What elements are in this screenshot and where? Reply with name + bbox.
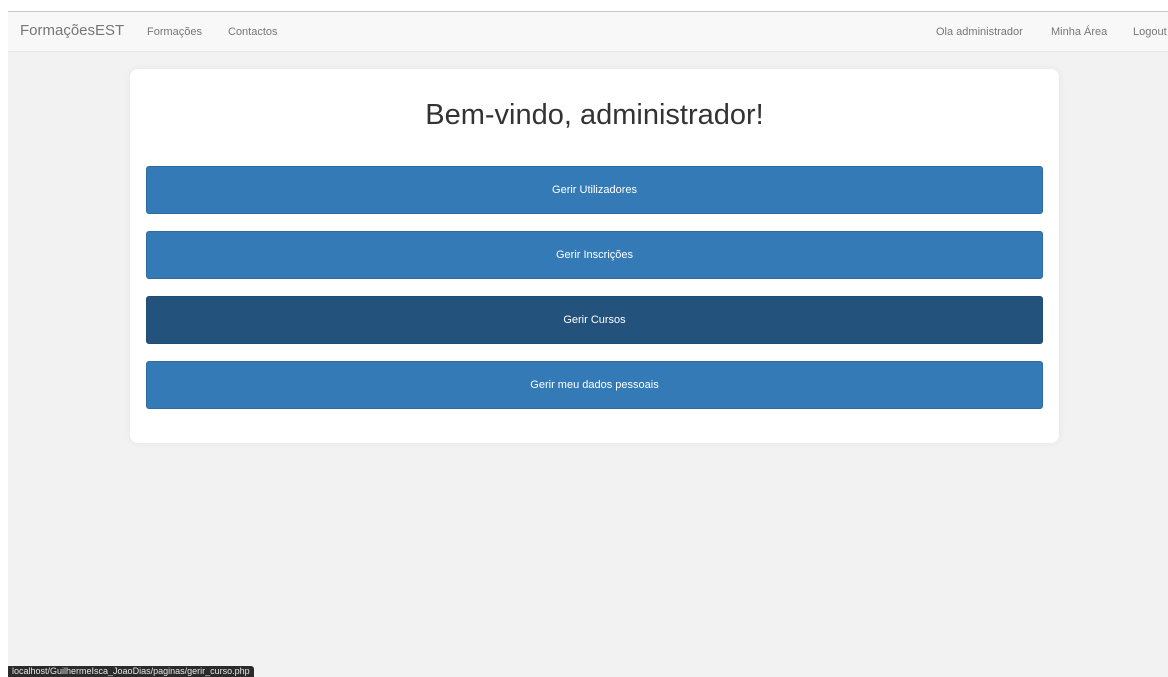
manage-enrollments-button[interactable]: Gerir Inscrições xyxy=(146,231,1043,279)
nav-link-my-area[interactable]: Minha Área xyxy=(1051,26,1107,38)
window-edge-top xyxy=(8,0,1168,11)
nav-greeting-user[interactable]: Ola administrador xyxy=(936,26,1023,38)
manage-personal-data-button-label: Gerir meu dados pessoais xyxy=(530,379,659,391)
nav-link-contactos[interactable]: Contactos xyxy=(228,26,278,38)
manage-enrollments-button-label: Gerir Inscrições xyxy=(555,249,634,261)
brand-link[interactable]: FormaçõesEST xyxy=(20,22,124,39)
manage-personal-data-button[interactable]: Gerir meu dados pessoais xyxy=(146,361,1043,409)
manage-courses-button[interactable]: Gerir Cursos xyxy=(146,296,1043,344)
manage-users-button[interactable]: Gerir Utilizadores xyxy=(146,166,1043,214)
nav-link-formacoes[interactable]: Formações xyxy=(147,26,202,38)
admin-dashboard-card: Bem-vindo, administrador! Gerir Utilizad… xyxy=(130,69,1059,443)
nav-link-logout[interactable]: Logout xyxy=(1133,26,1167,38)
manage-users-button-label: Gerir Utilizadores xyxy=(552,184,637,196)
window-edge-left xyxy=(0,0,8,677)
top-navbar: FormaçõesEST Formações Contactos Ola adm… xyxy=(8,11,1168,52)
browser-viewport: FormaçõesEST Formações Contactos Ola adm… xyxy=(0,0,1168,677)
link-preview-status-bar: localhost/GuilhermeIsca_JoaoDias/paginas… xyxy=(8,666,254,677)
manage-courses-button-label: Gerir Cursos xyxy=(563,314,626,326)
welcome-heading: Bem-vindo, administrador! xyxy=(425,99,764,131)
